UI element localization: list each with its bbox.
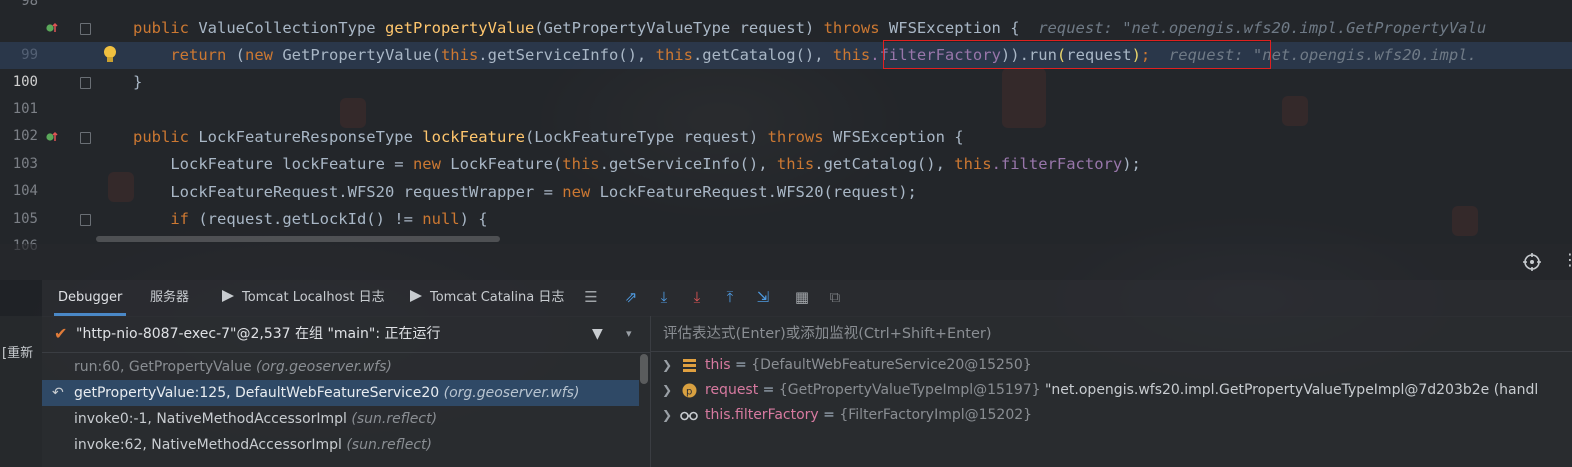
code-text: return (new GetPropertyValue(this.getSer…: [133, 46, 1477, 64]
trace-current-stream-icon[interactable]: ⧉: [826, 288, 844, 306]
code-line: 104 LockFeature lockFeature = new LockFe…: [0, 151, 1572, 199]
fold-marker-icon[interactable]: [80, 214, 91, 226]
check-icon: ✔: [54, 324, 68, 343]
horizontal-scrollbar[interactable]: [96, 236, 500, 242]
return-arrow-icon: ↶: [52, 385, 64, 401]
step-out-icon[interactable]: ⤒: [721, 288, 739, 306]
variables-panel: 评估表达式(Enter)或添加监视(Ctrl+Shift+Enter) ❯ th…: [651, 316, 1572, 467]
run-to-cursor-icon[interactable]: ⇲: [754, 288, 772, 306]
stack-frame[interactable]: invoke0:-1, NativeMethodAccessorImpl (su…: [42, 406, 639, 432]
thread-label: "http-nio-8087-exec-7"@2,537 在组 "main": …: [76, 326, 441, 342]
frames-panel: ✔ "http-nio-8087-exec-7"@2,537 在组 "main"…: [42, 316, 651, 467]
implements-override-icon[interactable]: [46, 131, 58, 143]
step-over-icon[interactable]: ⤓: [655, 288, 673, 306]
chevron-right-icon[interactable]: ❯: [662, 403, 672, 428]
code-editor[interactable]: 98 99 public ValueCollectionType getProp…: [0, 0, 1572, 254]
filter-icon[interactable]: ▼: [592, 316, 603, 352]
tab-tomcat-localhost-log[interactable]: Tomcat Localhost 日志: [222, 280, 385, 316]
implements-override-icon[interactable]: [46, 22, 58, 34]
chevron-down-icon[interactable]: ▾: [626, 316, 632, 352]
highlight-annotation-box: [883, 40, 1271, 69]
fold-marker-icon[interactable]: [80, 77, 91, 89]
fold-marker-icon[interactable]: [80, 132, 91, 144]
log-icon: [222, 290, 234, 302]
code-text: LockFeature lockFeature = new LockFeatur…: [133, 155, 1141, 173]
more-options-icon[interactable]: ⋮: [1562, 250, 1572, 269]
code-text: }: [133, 73, 143, 91]
line-number: 98: [21, 0, 38, 9]
watch-glasses-icon: [680, 411, 698, 421]
tab-debugger[interactable]: Debugger: [53, 280, 127, 316]
show-execution-point-icon[interactable]: ⇗: [622, 288, 640, 306]
code-line: 105 LockFeatureRequest.WFS20 requestWrap…: [0, 179, 1572, 227]
evaluate-expression-icon[interactable]: ▦: [793, 288, 811, 306]
inline-debug-value: request: "net.opengis.wfs20.impl.GetProp…: [1019, 19, 1487, 37]
fold-marker-icon[interactable]: [80, 23, 91, 35]
evaluate-expression-input[interactable]: 评估表达式(Enter)或添加监视(Ctrl+Shift+Enter): [651, 316, 1572, 352]
chevron-right-icon[interactable]: ❯: [662, 378, 672, 403]
panel-header-strip: ⋮: [0, 244, 1572, 280]
lightbulb-icon[interactable]: [103, 45, 117, 65]
svg-text:p: p: [686, 387, 692, 398]
code-line-current: 100 return (new GetPropertyValue(this.ge…: [0, 42, 1572, 90]
code-text: if (request.getLockId() != null) {: [133, 210, 488, 228]
stack-frame-selected[interactable]: ↶ getPropertyValue:125, DefaultWebFeature…: [42, 380, 639, 406]
parameter-icon: p: [682, 383, 697, 398]
stack-object-icon: [683, 359, 696, 372]
stack-frame[interactable]: run:60, GetPropertyValue (org.geoserver.…: [42, 354, 639, 380]
crosshair-icon[interactable]: [1522, 252, 1542, 272]
code-line: 106 if (request.getLockId() != null) {: [0, 206, 1572, 254]
log-icon: [410, 290, 422, 302]
tab-tomcat-catalina-log[interactable]: Tomcat Catalina 日志: [410, 280, 564, 316]
thread-selector[interactable]: ✔ "http-nio-8087-exec-7"@2,537 在组 "main"…: [42, 316, 650, 353]
code-line: 99 public ValueCollectionType getPropert…: [0, 15, 1572, 63]
restart-label[interactable]: [重新: [2, 342, 33, 361]
left-tool-strip: [重新: [0, 316, 42, 467]
code-text: public LockFeatureResponseType lockFeatu…: [133, 128, 964, 146]
force-step-into-icon[interactable]: ⤓: [688, 288, 706, 306]
layout-menu-icon[interactable]: ☰: [582, 288, 600, 306]
vertical-scrollbar[interactable]: [640, 354, 648, 384]
tab-server[interactable]: 服务器: [150, 280, 189, 316]
code-line: 103 public LockFeatureResponseType lockF…: [0, 124, 1572, 172]
chevron-right-icon[interactable]: ❯: [662, 353, 672, 378]
code-line: 102: [0, 96, 1572, 144]
code-line: 101 }: [0, 69, 1572, 117]
code-text: public ValueCollectionType getPropertyVa…: [133, 19, 1487, 37]
stack-frame[interactable]: invoke:62, NativeMethodAccessorImpl (sun…: [42, 432, 639, 458]
code-text: LockFeatureRequest.WFS20 requestWrapper …: [133, 183, 917, 201]
